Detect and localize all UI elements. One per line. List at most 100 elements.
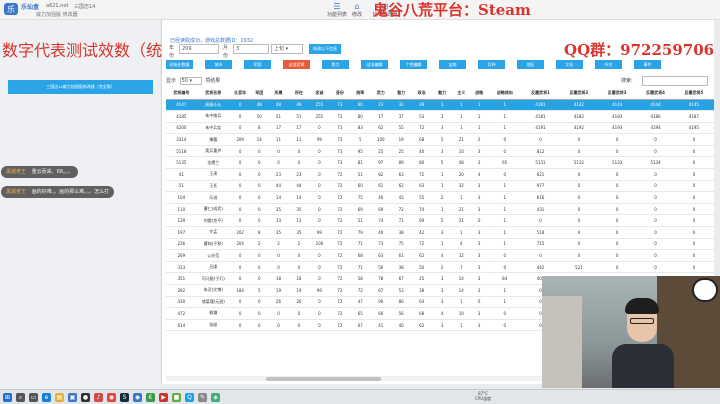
edge-icon[interactable]: e bbox=[42, 393, 51, 402]
column-header[interactable]: 反 bbox=[713, 87, 714, 100]
category-button[interactable]: 外交 bbox=[595, 60, 622, 69]
stream-overlay-platform: 鬼谷八荒平台：Steam bbox=[373, 1, 531, 19]
toolbar-home-button[interactable]: ⌂ 修改 bbox=[350, 2, 364, 18]
table-cell: 1 bbox=[488, 180, 522, 193]
search-icon[interactable]: ⌕ bbox=[16, 393, 25, 402]
column-header[interactable]: 忠诚 bbox=[309, 87, 330, 100]
table-cell: 0 bbox=[309, 249, 330, 262]
table-cell: 0 bbox=[713, 249, 714, 262]
table-row[interactable]: 197令孟20283535997279403842313151800000 bbox=[166, 226, 714, 239]
table-row[interactable]: 3314豫樱20914111199735100196852120000000 bbox=[166, 133, 714, 146]
category-button[interactable]: 文化 bbox=[556, 60, 583, 69]
column-header[interactable]: 反覆武将1 bbox=[521, 87, 560, 100]
column-header[interactable]: 武力 bbox=[370, 87, 391, 100]
windows-icon[interactable]: ⊞ bbox=[3, 393, 12, 402]
table-cell: 2 bbox=[431, 261, 453, 274]
apply-date-button[interactable]: 修改以下信息 bbox=[309, 44, 341, 54]
table-row[interactable]: 139何晏(克平)0013130725174716952101000000 bbox=[166, 214, 714, 228]
category-button[interactable]: 战法编辑 bbox=[361, 60, 388, 69]
video-icon[interactable]: ▶ bbox=[159, 393, 168, 402]
column-header[interactable]: 仕官年 bbox=[229, 87, 251, 100]
category-button[interactable]: 城市 bbox=[205, 60, 232, 69]
season-select[interactable]: 上旬 ▾ bbox=[271, 44, 303, 54]
task-view-icon[interactable]: ▭ bbox=[29, 393, 38, 402]
table-cell: 0 bbox=[488, 319, 522, 332]
steam-icon[interactable]: S bbox=[120, 393, 129, 402]
game-icon[interactable]: ● bbox=[81, 393, 90, 402]
table-cell: 23 bbox=[288, 168, 310, 181]
launch-trainer-button[interactable]: 三国志14威力加强版修改器（完全版） bbox=[8, 80, 153, 94]
column-header[interactable]: 所在 bbox=[288, 87, 310, 100]
chrome-icon[interactable]: ◉ bbox=[107, 393, 116, 402]
table-row[interactable]: 269公孙范00000726863616243230000000 bbox=[166, 249, 714, 262]
table-cell: 0 bbox=[674, 191, 714, 204]
category-button[interactable]: 地区 bbox=[517, 60, 544, 69]
year-input[interactable]: 209 bbox=[179, 44, 219, 54]
column-header[interactable]: 主义 bbox=[452, 87, 471, 100]
table-cell: 0 bbox=[250, 249, 269, 262]
euro-icon[interactable]: € bbox=[146, 393, 155, 402]
column-header[interactable]: 战略倾向 bbox=[488, 87, 522, 100]
table-cell: 14 bbox=[452, 284, 471, 297]
table-cell: 0 bbox=[713, 238, 714, 251]
table-row[interactable]: 104乐进00141407275404355213161600000 bbox=[166, 191, 714, 204]
store-icon[interactable]: ▣ bbox=[68, 393, 77, 402]
month-input[interactable]: 3 bbox=[233, 44, 269, 54]
table-cell: 朱中娘兵 bbox=[196, 110, 230, 123]
column-header[interactable]: 魅力 bbox=[431, 87, 453, 100]
table-row[interactable]: 236曹纯(子和)2042221007271737572143171500000 bbox=[166, 238, 714, 251]
category-button[interactable]: 势力 bbox=[322, 60, 349, 69]
table-cell: 0 bbox=[598, 249, 637, 262]
category-button[interactable]: 军团 bbox=[244, 60, 271, 69]
app-icon[interactable]: ◆ bbox=[133, 393, 142, 402]
table-row[interactable]: 51王氏004444072606162631323197700000 bbox=[166, 180, 714, 193]
chat-text: 重云而来、68。。。 bbox=[31, 169, 73, 175]
app2-icon[interactable]: ◈ bbox=[211, 393, 220, 402]
table-row[interactable]: 5135 金鹰兰 0 0 0 0 0 73 81 97 89 80 5 48 3 95 5131 5132 5133… bbox=[166, 156, 714, 170]
box-icon[interactable]: ■ bbox=[172, 393, 181, 402]
table-row[interactable]: 4185 朱中娘兵 0 50 51 51 255 73 80 17 37 53 3 1 1 1 4181 4182… bbox=[166, 110, 714, 123]
column-header[interactable]: 战略 bbox=[470, 87, 489, 100]
category-button[interactable]: 全部武将 bbox=[283, 60, 310, 69]
table-row[interactable]: 333吕虔00000727156385027304425210000 bbox=[166, 261, 714, 274]
column-header[interactable]: 政治 bbox=[411, 87, 432, 100]
table-cell: 48 bbox=[268, 99, 289, 112]
column-header[interactable]: 武将名称 bbox=[196, 87, 230, 100]
category-button[interactable]: 宝物 bbox=[439, 60, 466, 69]
folder-icon[interactable]: ▤ bbox=[55, 393, 64, 402]
tool-icon[interactable]: ✎ bbox=[198, 393, 207, 402]
column-header[interactable]: 反覆武将5 bbox=[674, 87, 714, 100]
table-row[interactable]: 5118奥兵重护0000073952525403103081200000 bbox=[166, 145, 714, 158]
qq-icon[interactable]: Q bbox=[185, 393, 194, 402]
table-row[interactable]: 41王肃002323072518263721204062100000 bbox=[166, 168, 714, 181]
table-cell: 42 bbox=[411, 226, 432, 239]
panda-sticker-icon bbox=[692, 278, 718, 302]
table-cell: 67 bbox=[350, 319, 371, 332]
column-header[interactable]: 统率 bbox=[350, 87, 371, 100]
music-icon[interactable]: ♪ bbox=[94, 393, 103, 402]
table-cell: 90 bbox=[370, 296, 391, 309]
table-row[interactable]: 4147 周泰仆从 0 48 48 49 255 73 60 23 32 39 3 1 1 1 4181 4142… bbox=[166, 99, 714, 112]
category-button[interactable]: 事件 bbox=[634, 60, 661, 69]
column-header[interactable]: 智力 bbox=[390, 87, 412, 100]
scrollbar-thumb[interactable] bbox=[266, 376, 381, 381]
tab-title[interactable]: 三国志14 bbox=[74, 3, 95, 10]
category-button[interactable]: 个性编辑 bbox=[400, 60, 427, 69]
category-button[interactable]: 兵种 bbox=[478, 60, 505, 69]
category-button[interactable]: 初始化数据 bbox=[166, 60, 193, 69]
webcam-feed bbox=[542, 276, 720, 388]
column-header[interactable]: 反覆武将4 bbox=[636, 87, 675, 100]
page-size-select[interactable]: 50 ▾ bbox=[179, 77, 202, 85]
table-cell: 72 bbox=[329, 307, 351, 320]
column-header[interactable]: 反覆武将2 bbox=[559, 87, 599, 100]
table-row[interactable]: 110曹仁(成武)003535072696972741213143100000 bbox=[166, 203, 714, 216]
column-header[interactable]: 军团 bbox=[250, 87, 269, 100]
table-cell: 5 bbox=[431, 156, 453, 170]
column-header[interactable]: 所属 bbox=[268, 87, 289, 100]
table-row[interactable]: 4200 朱中兵女 0 8 17 17 0 73 83 62 55 72 3 1 1 1 4191 4192 419… bbox=[166, 122, 714, 135]
column-header[interactable]: 反覆武将3 bbox=[598, 87, 637, 100]
column-header[interactable]: 身份 bbox=[329, 87, 351, 100]
toolbar-list-button[interactable]: ☰ 功能列表 bbox=[322, 2, 352, 18]
column-header[interactable]: 武将编号 bbox=[166, 87, 197, 100]
search-input[interactable] bbox=[642, 76, 708, 86]
